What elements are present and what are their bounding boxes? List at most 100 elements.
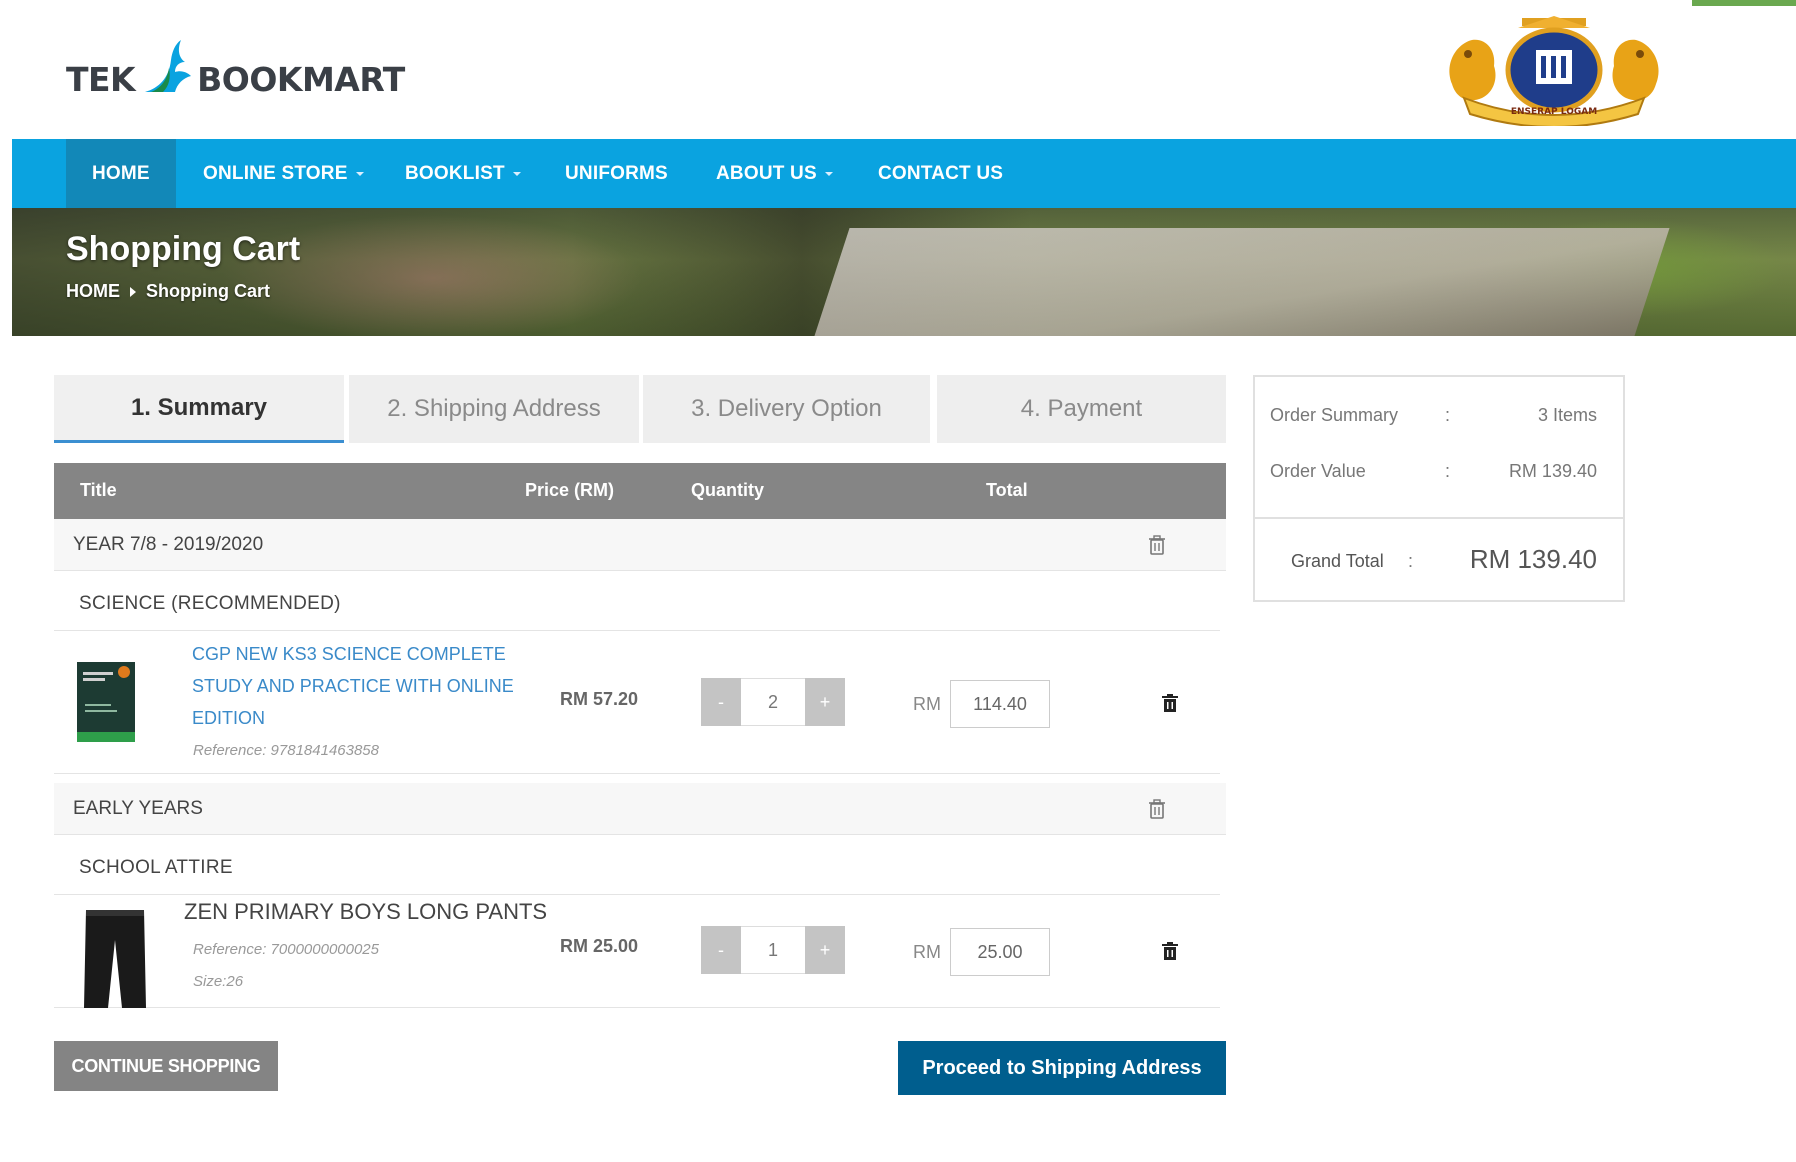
column-header-title: Title [80, 480, 117, 500]
nav-contact-us[interactable]: CONTACT US [878, 139, 1003, 208]
item-title-line[interactable]: STUDY AND PRACTICE WITH ONLINE [192, 670, 514, 702]
column-header-total: Total [986, 480, 1028, 500]
item-total-field: 114.40 [950, 680, 1050, 728]
tab-summary[interactable]: 1. Summary [54, 375, 344, 443]
order-value-separator: : [1445, 461, 1451, 481]
hero-banner: Shopping Cart HOME Shopping Cart [12, 208, 1796, 336]
item-title-line[interactable]: EDITION [192, 702, 265, 734]
order-summary-label: Order Summary [1270, 405, 1399, 425]
trash-icon[interactable] [1148, 799, 1166, 819]
item-reference: Reference: 7000000000025 [193, 941, 379, 958]
summary-divider [1255, 517, 1623, 519]
cart-table-header: Title Price (RM) Quantity Total [54, 463, 1226, 519]
hero-overlay [12, 208, 1796, 336]
bird-logo-icon [145, 40, 192, 92]
total-currency-label: RM [913, 694, 941, 714]
order-value-amount: RM 139.40 [1508, 461, 1597, 481]
order-value-label: Order Value [1270, 461, 1366, 481]
quantity-decrease-button[interactable]: - [701, 926, 741, 974]
main-navbar: HOME ONLINE STORE BOOKLIST UNIFORMS ABOU… [12, 139, 1796, 208]
column-header-price: Price (RM) [525, 480, 615, 500]
continue-shopping-button[interactable]: CONTINUE SHOPPING [54, 1041, 278, 1091]
chevron-down-icon [824, 171, 833, 176]
plus-icon: + [819, 691, 831, 712]
nav-uniforms-label: UNIFORMS [565, 162, 668, 184]
tab-summary-label: 1. Summary [130, 393, 268, 421]
quantity-increase-button[interactable]: + [805, 926, 845, 974]
order-summary-count: 3 Items [1537, 405, 1597, 425]
item-title[interactable]: ZEN PRIMARY BOYS LONG PANTS [184, 896, 547, 928]
cart-group-row: YEAR 7/8 - 2019/2020 [54, 519, 1226, 571]
item-title-line[interactable]: CGP NEW KS3 SCIENCE COMPLETE [192, 638, 506, 670]
grand-total-amount: RM 139.40 [1469, 544, 1597, 574]
minus-icon: - [718, 939, 724, 960]
top-right-accent [1692, 0, 1796, 6]
total-currency-label: RM [913, 942, 941, 962]
trash-icon[interactable] [1148, 535, 1166, 555]
delete-item-icon[interactable] [1162, 942, 1178, 960]
item-size: Size:26 [193, 973, 244, 990]
nav-about-us-label: ABOUT US [716, 162, 817, 184]
quantity-input[interactable]: 1 [741, 926, 805, 974]
svg-text:ENSERAP LOGAM: ENSERAP LOGAM [1511, 107, 1597, 117]
cart-subgroup-label: SCIENCE (RECOMMENDED) [79, 593, 341, 614]
nav-booklist-label: BOOKLIST [405, 162, 505, 184]
tab-shipping-address[interactable]: 2. Shipping Address [349, 375, 639, 443]
quantity-decrease-button[interactable]: - [701, 678, 741, 726]
logo-text-left: TEK [66, 60, 136, 99]
proceed-to-shipping-label: Proceed to Shipping Address [922, 1056, 1202, 1079]
tab-payment[interactable]: 4. Payment [937, 375, 1226, 443]
breadcrumb-arrow-icon [130, 286, 136, 297]
cart-group-row: EARLY YEARS [54, 783, 1226, 835]
book-cover-thumbnail [77, 662, 135, 742]
item-price: RM 25.00 [560, 936, 639, 956]
cart-item-row: CGP NEW KS3 SCIENCE COMPLETE STUDY AND P… [54, 632, 1220, 774]
pants-thumbnail [84, 910, 146, 1008]
nav-uniforms[interactable]: UNIFORMS [565, 139, 668, 208]
nav-online-store-label: ONLINE STORE [203, 162, 348, 184]
quantity-value: 1 [767, 939, 778, 960]
grand-total-separator: : [1408, 551, 1414, 571]
page-title: Shopping Cart [66, 230, 301, 268]
minus-icon: - [718, 691, 724, 712]
proceed-to-shipping-button[interactable]: Proceed to Shipping Address [898, 1041, 1226, 1095]
quantity-increase-button[interactable]: + [805, 678, 845, 726]
nav-about-us[interactable]: ABOUT US [716, 139, 833, 208]
cart-subgroup-row: SCHOOL ATTIRE [54, 839, 1220, 895]
cart-group-label: EARLY YEARS [73, 798, 203, 819]
chevron-down-icon [512, 171, 521, 176]
nav-home[interactable]: HOME [66, 139, 176, 208]
plus-icon: + [819, 939, 831, 960]
grand-total-label: Grand Total [1291, 551, 1384, 571]
order-summary-separator: : [1445, 405, 1451, 425]
breadcrumb: HOME Shopping Cart [66, 281, 270, 302]
item-reference: Reference: 9781841463858 [193, 742, 379, 759]
tek-bookmart-logo[interactable]: TEK BOOKMART [66, 38, 405, 96]
chevron-down-icon [355, 171, 364, 176]
tab-payment-label: 4. Payment [1020, 395, 1143, 422]
tab-delivery-option-label: 3. Delivery Option [691, 395, 882, 422]
nav-home-label: HOME [92, 162, 150, 184]
continue-shopping-label: CONTINUE SHOPPING [71, 1055, 261, 1076]
nav-contact-us-label: CONTACT US [878, 162, 1004, 184]
delete-item-icon[interactable] [1162, 694, 1178, 712]
tab-shipping-address-label: 2. Shipping Address [387, 395, 601, 422]
breadcrumb-home[interactable]: HOME [66, 281, 120, 302]
cart-subgroup-row: SCIENCE (RECOMMENDED) [54, 575, 1220, 631]
cart-item-row: ZEN PRIMARY BOYS LONG PANTS Reference: 7… [54, 896, 1220, 1008]
item-price: RM 57.20 [560, 689, 639, 709]
site-header: TEK BOOKMART ENSERAP LOGAM [0, 0, 1796, 139]
quantity-input[interactable]: 2 [741, 678, 805, 726]
tab-delivery-option[interactable]: 3. Delivery Option [643, 375, 930, 443]
crest-ribbon-text: ENSERAP LOGAM [1511, 107, 1597, 117]
cart-group-label: YEAR 7/8 - 2019/2020 [73, 534, 264, 555]
item-total-field: 25.00 [950, 928, 1050, 976]
cart-subgroup-label: SCHOOL ATTIRE [79, 857, 233, 878]
item-total-value: 25.00 [977, 941, 1023, 962]
column-header-quantity: Quantity [691, 480, 765, 500]
nav-booklist[interactable]: BOOKLIST [405, 139, 521, 208]
school-crest-logo: ENSERAP LOGAM [1449, 16, 1659, 126]
nav-online-store[interactable]: ONLINE STORE [203, 139, 364, 208]
breadcrumb-current: Shopping Cart [146, 281, 270, 301]
order-summary-panel: Order Summary : 3 Items Order Value : RM… [1253, 375, 1625, 602]
